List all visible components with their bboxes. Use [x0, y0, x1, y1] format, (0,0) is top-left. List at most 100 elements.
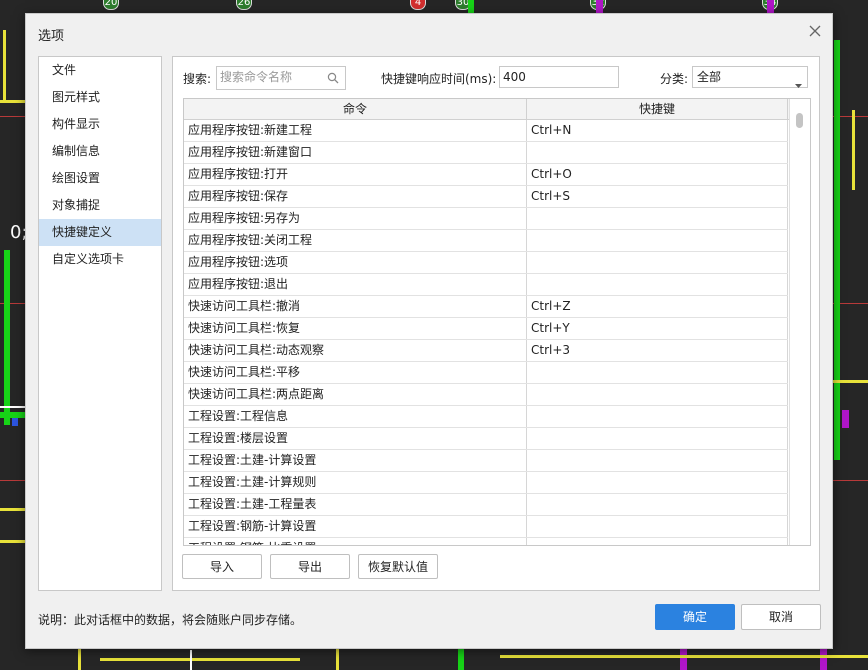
- dialog-title: 选项: [38, 29, 65, 44]
- vertical-scrollbar[interactable]: [789, 99, 810, 545]
- nav-item[interactable]: 对象捕捉: [39, 192, 161, 219]
- column-header-command[interactable]: 命令: [184, 99, 527, 119]
- nav-item[interactable]: 快捷键定义: [39, 219, 161, 246]
- wall-line: [831, 380, 868, 383]
- nav-item[interactable]: 自定义选项卡: [39, 246, 161, 273]
- response-time-input[interactable]: 400: [499, 66, 619, 88]
- wall-line: [190, 650, 192, 670]
- table-row[interactable]: 快速访问工具栏:恢复 Ctrl+Y: [184, 318, 788, 340]
- command-cell: 应用程序按钮:另存为: [184, 208, 527, 229]
- command-cell: 工程设置:楼层设置: [184, 428, 527, 449]
- command-cell: 工程设置:土建-工程量表: [184, 494, 527, 515]
- command-cell: 快速访问工具栏:撤消: [184, 296, 527, 317]
- shortcut-cell[interactable]: [527, 538, 788, 545]
- shortcut-cell[interactable]: Ctrl+Y: [527, 318, 788, 339]
- shortcut-cell[interactable]: [527, 274, 788, 295]
- nav-item[interactable]: 编制信息: [39, 138, 161, 165]
- import-button[interactable]: 导入: [182, 554, 262, 579]
- command-cell: 应用程序按钮:打开: [184, 164, 527, 185]
- table-row[interactable]: 应用程序按钮:新建工程 Ctrl+N: [184, 120, 788, 142]
- command-cell: 工程设置:工程信息: [184, 406, 527, 427]
- shortcut-cell[interactable]: Ctrl+N: [527, 120, 788, 141]
- shortcut-cell[interactable]: [527, 516, 788, 537]
- table-header: 命令 快捷键: [184, 99, 810, 120]
- cancel-button[interactable]: 取消: [741, 604, 821, 630]
- shortcut-cell[interactable]: Ctrl+3: [527, 340, 788, 361]
- beam-line: [4, 250, 10, 425]
- table-row[interactable]: 应用程序按钮:打开 Ctrl+O: [184, 164, 788, 186]
- nav-item[interactable]: 构件显示: [39, 111, 161, 138]
- beam-line: [468, 0, 474, 14]
- table-row[interactable]: 工程设置:楼层设置: [184, 428, 788, 450]
- table-row[interactable]: 工程设置:土建-计算设置: [184, 450, 788, 472]
- beam-line: [458, 647, 464, 670]
- command-cell: 快速访问工具栏:动态观察: [184, 340, 527, 361]
- table-row[interactable]: 应用程序按钮:关闭工程: [184, 230, 788, 252]
- table-row[interactable]: 应用程序按钮:选项: [184, 252, 788, 274]
- shortcut-cell[interactable]: [527, 230, 788, 251]
- export-button[interactable]: 导出: [270, 554, 350, 579]
- command-cell: 快速访问工具栏:恢复: [184, 318, 527, 339]
- shortcut-cell[interactable]: [527, 384, 788, 405]
- shortcut-cell[interactable]: [527, 142, 788, 163]
- shortcut-cell[interactable]: [527, 428, 788, 449]
- wall-line: [100, 658, 300, 661]
- shortcut-cell[interactable]: [527, 208, 788, 229]
- close-icon[interactable]: [808, 24, 822, 38]
- wall-line: [852, 110, 855, 190]
- wall-line: [500, 655, 868, 658]
- shortcut-cell[interactable]: [527, 472, 788, 493]
- command-cell: 应用程序按钮:选项: [184, 252, 527, 273]
- command-cell: 应用程序按钮:新建窗口: [184, 142, 527, 163]
- command-cell: 工程设置:土建-计算规则: [184, 472, 527, 493]
- column-header-shortcut[interactable]: 快捷键: [527, 99, 788, 119]
- table-row[interactable]: 工程设置:工程信息: [184, 406, 788, 428]
- column-mark: [596, 0, 603, 14]
- table-row[interactable]: 应用程序按钮:保存 Ctrl+S: [184, 186, 788, 208]
- nav-item[interactable]: 图元样式: [39, 84, 161, 111]
- category-label: 分类:: [660, 72, 689, 86]
- shortcut-cell[interactable]: [527, 450, 788, 471]
- wall-line: [0, 406, 25, 408]
- search-box[interactable]: [216, 66, 346, 90]
- shortcut-cell[interactable]: [527, 406, 788, 427]
- nav-item[interactable]: 绘图设置: [39, 165, 161, 192]
- scrollbar-thumb[interactable]: [796, 113, 803, 128]
- table-row[interactable]: 工程设置:钢筋-比重设置: [184, 538, 788, 545]
- shortcut-panel: 搜索: 快捷键响应时间(ms): 400 分类: 全部 命令 快捷键 应用程序按…: [172, 56, 820, 591]
- command-cell: 工程设置:钢筋-比重设置: [184, 538, 527, 545]
- shortcut-cell[interactable]: Ctrl+O: [527, 164, 788, 185]
- table-row[interactable]: 应用程序按钮:另存为: [184, 208, 788, 230]
- column-mark: [680, 647, 687, 670]
- footer-note: 说明：此对话框中的数据，将会随账户同步存储。: [38, 613, 303, 627]
- search-label: 搜索:: [183, 72, 212, 86]
- search-input[interactable]: [217, 67, 324, 87]
- table-row[interactable]: 快速访问工具栏:动态观察 Ctrl+3: [184, 340, 788, 362]
- command-cell: 快速访问工具栏:平移: [184, 362, 527, 383]
- nav-item[interactable]: 文件: [39, 57, 161, 84]
- command-cell: 应用程序按钮:保存: [184, 186, 527, 207]
- table-row[interactable]: 快速访问工具栏:撤消 Ctrl+Z: [184, 296, 788, 318]
- table-row[interactable]: 应用程序按钮:退出: [184, 274, 788, 296]
- axis-label: 20: [103, 0, 119, 10]
- shortcut-cell[interactable]: Ctrl+Z: [527, 296, 788, 317]
- command-cell: 快速访问工具栏:两点距离: [184, 384, 527, 405]
- shortcut-cell[interactable]: Ctrl+S: [527, 186, 788, 207]
- shortcut-cell[interactable]: [527, 252, 788, 273]
- table-row[interactable]: 工程设置:钢筋-计算设置: [184, 516, 788, 538]
- wall-line: [3, 30, 6, 102]
- category-select[interactable]: 全部: [692, 66, 808, 88]
- command-cell: 工程设置:钢筋-计算设置: [184, 516, 527, 537]
- table-body: 应用程序按钮:新建工程 Ctrl+N 应用程序按钮:新建窗口 应用程序按钮:打开 Ctr…: [184, 120, 788, 545]
- table-row[interactable]: 应用程序按钮:新建窗口: [184, 142, 788, 164]
- table-row[interactable]: 工程设置:土建-计算规则: [184, 472, 788, 494]
- restore-defaults-button[interactable]: 恢复默认值: [358, 554, 438, 579]
- shortcut-cell[interactable]: [527, 494, 788, 515]
- table-row[interactable]: 工程设置:土建-工程量表: [184, 494, 788, 516]
- wall-line: [78, 647, 81, 670]
- shortcut-cell[interactable]: [527, 362, 788, 383]
- table-row[interactable]: 快速访问工具栏:平移: [184, 362, 788, 384]
- ok-button[interactable]: 确定: [655, 604, 735, 630]
- table-row[interactable]: 快速访问工具栏:两点距离: [184, 384, 788, 406]
- search-icon[interactable]: [327, 72, 339, 87]
